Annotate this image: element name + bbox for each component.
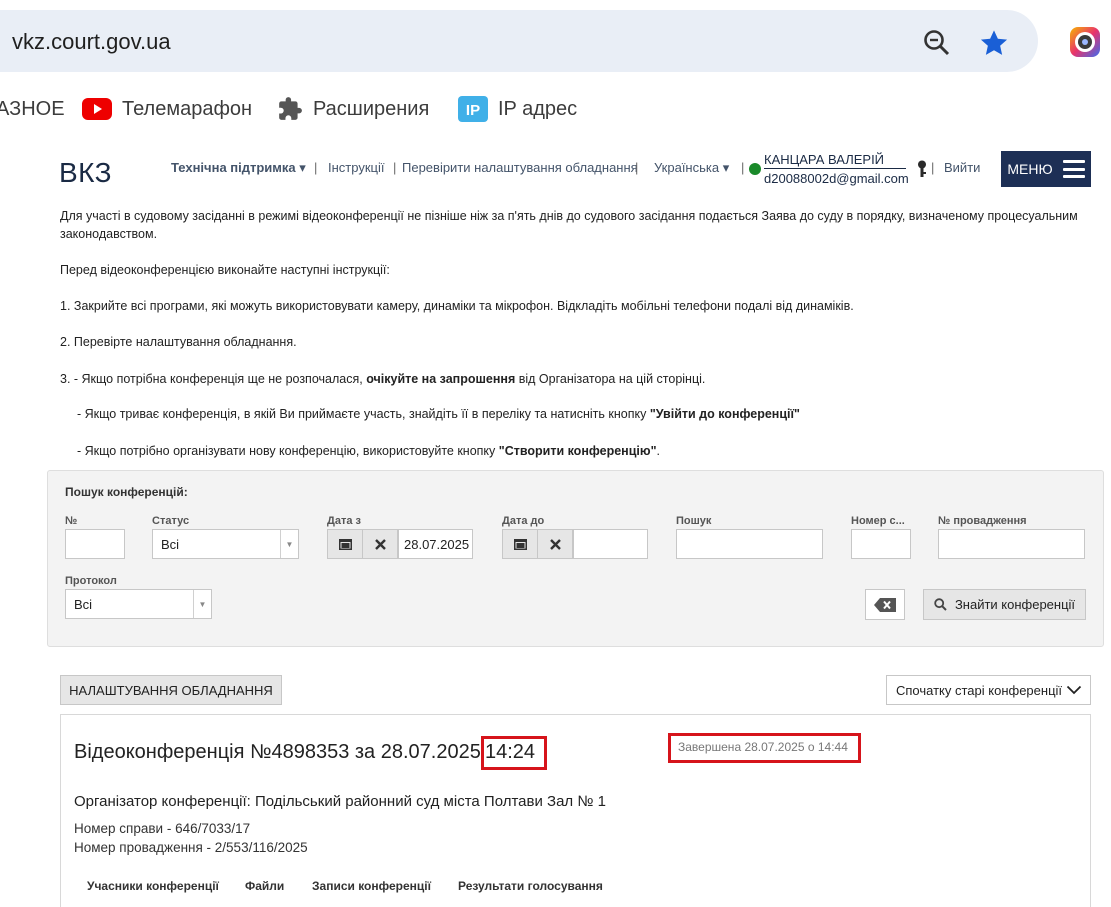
search-panel-title: Пошук конференцій: (65, 485, 188, 499)
nav-check-equipment[interactable]: Перевірити налаштування обладнання (402, 160, 638, 175)
proceeding-number: Номер провадження - 2/553/116/2025 (74, 840, 308, 855)
bookmark-item[interactable]: АЗНОЕ (0, 88, 65, 130)
calendar-to-button[interactable] (502, 529, 538, 559)
nav-support[interactable]: Технічна підтримка ▾ (171, 160, 306, 176)
proceeding-number-input[interactable] (938, 529, 1085, 559)
date-from-input[interactable]: 28.07.2025 (398, 529, 473, 559)
date-to-label: Дата до (502, 515, 545, 527)
bookmark-item[interactable]: IP IP адрес (458, 88, 577, 130)
close-icon (374, 538, 386, 550)
case-number-label: Номер с... (851, 515, 905, 527)
step-3c: - Якщо потрібно організувати нову конфер… (77, 444, 660, 458)
intro-paragraph: Для участі в судовому засіданні в режимі… (60, 209, 1078, 241)
protocol-select[interactable]: Всі ▼ (65, 589, 212, 619)
user-email[interactable]: d20088002d@gmail.com (764, 171, 909, 186)
ip-icon: IP (458, 96, 488, 122)
calendar-from-button[interactable] (327, 529, 363, 559)
hamburger-icon (1062, 160, 1085, 178)
caret-down-icon: ▼ (280, 530, 298, 558)
number-input[interactable] (65, 529, 125, 559)
backspace-icon (874, 597, 896, 612)
step-3a: 3. - Якщо потрібна конференція ще не роз… (60, 372, 706, 386)
puzzle-icon (279, 97, 302, 120)
date-from-label: Дата з (327, 515, 361, 527)
bookmarks-bar: АЗНОЕ Телемарафон Расширения IP IP адрес (0, 88, 1111, 130)
close-icon (549, 538, 561, 550)
extension-camera-icon[interactable] (1068, 25, 1102, 59)
caret-down-icon: ▼ (193, 590, 211, 618)
search-icon (934, 598, 947, 611)
instructions-heading: Перед відеоконференцією виконайте наступ… (60, 263, 390, 277)
status-label: Статус (152, 515, 190, 527)
address-url[interactable]: vkz.court.gov.ua (12, 29, 171, 55)
conference-status: Завершена 28.07.2025 о 14:44 (678, 740, 848, 754)
bookmark-star-icon[interactable] (978, 27, 1010, 59)
calendar-icon (513, 539, 527, 550)
tab-voting-results[interactable]: Результати голосування (458, 879, 603, 893)
protocol-label: Протокол (65, 575, 117, 587)
clear-date-to-button[interactable] (537, 529, 573, 559)
site-logo[interactable]: ВКЗ (59, 157, 112, 189)
query-label: Пошук (676, 515, 712, 527)
nav-separator: | (635, 160, 639, 175)
conference-title: Відеоконференція №4898353 за 28.07.2025 (74, 741, 481, 763)
nav-separator: | (741, 160, 745, 175)
query-input[interactable] (676, 529, 823, 559)
number-label: № (65, 515, 78, 527)
find-conferences-button[interactable]: Знайти конференції (923, 589, 1086, 620)
step-3b: - Якщо триває конференція, в якій Ви при… (77, 407, 800, 421)
conference-time: 14:24 (485, 741, 536, 763)
nav-separator: | (931, 160, 935, 175)
step-2: 2. Перевірте налаштування обладнання. (60, 335, 297, 349)
proceeding-number-label: № провадження (938, 515, 1027, 527)
youtube-icon (82, 98, 112, 120)
status-select[interactable]: Всі ▼ (152, 529, 299, 559)
zoom-out-icon[interactable] (922, 28, 952, 58)
date-to-input[interactable] (573, 529, 648, 559)
nav-language[interactable]: Українська ▾ (654, 160, 729, 176)
clear-date-from-button[interactable] (362, 529, 398, 559)
calendar-icon (338, 539, 352, 550)
key-icon[interactable] (916, 160, 928, 178)
bookmark-item[interactable]: Телемарафон (82, 88, 252, 130)
menu-button[interactable]: МЕНЮ (1001, 151, 1091, 187)
nav-separator: | (393, 160, 397, 175)
online-status-icon (749, 163, 761, 175)
bookmark-item[interactable]: Расширения (277, 88, 429, 130)
case-number: Номер справи - 646/7033/17 (74, 821, 251, 836)
sort-select[interactable]: Спочатку старі конференції (886, 675, 1091, 705)
conference-organizer: Організатор конференції: Подільський рай… (74, 793, 606, 810)
tab-files[interactable]: Файли (245, 879, 284, 893)
nav-separator: | (314, 160, 318, 175)
equipment-settings-button[interactable]: НАЛАШТУВАННЯ ОБЛАДНАННЯ (60, 675, 282, 705)
step-1: 1. Закрийте всі програми, які можуть вик… (60, 299, 854, 313)
case-number-input[interactable] (851, 529, 911, 559)
nav-instructions[interactable]: Інструкції (328, 160, 384, 175)
divider (764, 168, 906, 169)
clear-filters-button[interactable] (865, 589, 905, 620)
logout-link[interactable]: Вийти (944, 160, 980, 175)
menu-label: МЕНЮ (1007, 161, 1053, 177)
user-name[interactable]: КАНЦАРА ВАЛЕРІЙ (764, 152, 884, 167)
tab-recordings[interactable]: Записи конференції (312, 879, 431, 893)
svg-text:IP: IP (466, 102, 480, 119)
chevron-down-icon (1066, 685, 1082, 695)
tab-participants[interactable]: Учасники конференції (87, 879, 219, 893)
